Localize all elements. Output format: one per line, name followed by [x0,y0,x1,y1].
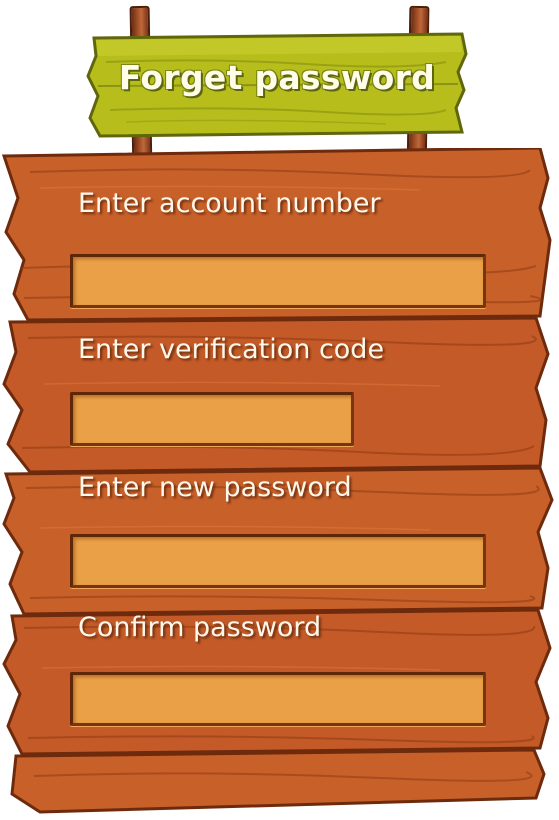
new-password-input[interactable] [70,534,486,588]
new-password-label: Enter new password [78,472,352,503]
account-number-input[interactable] [70,254,486,308]
confirm-password-label: Confirm password [78,612,322,643]
account-number-label: Enter account number [78,188,381,219]
verification-code-label: Enter verification code [78,334,385,365]
title-sign: Forget password [86,32,468,138]
confirm-password-input[interactable] [70,672,486,726]
form-board: Enter account number Enter verification … [0,148,559,820]
page-title: Forget password [118,58,436,97]
verification-code-input[interactable] [70,392,354,446]
